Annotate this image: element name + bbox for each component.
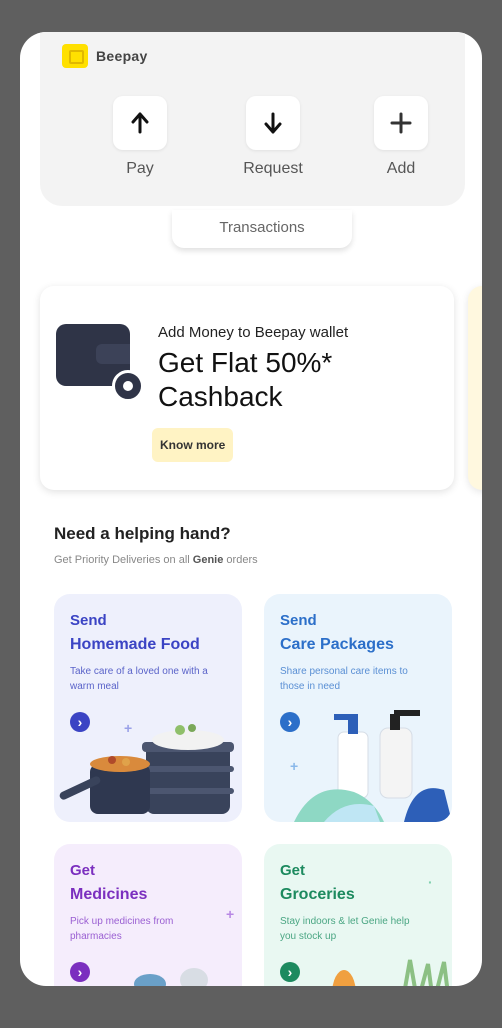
add-label: Add [386, 160, 416, 177]
tile-line1: Send [70, 612, 107, 629]
tile-line2: Homemade Food [70, 636, 200, 653]
tile-description: Pick up medicines from pharmacies [70, 916, 174, 942]
brand: Beepay [62, 44, 148, 68]
tile-line1: Send [280, 612, 317, 629]
tile-line1: Get [70, 862, 96, 879]
sparkle-icon: · [428, 874, 433, 890]
transactions-tab[interactable]: Transactions [172, 210, 352, 248]
next-promo-card[interactable] [468, 286, 482, 490]
tile-line2: Care Packages [280, 636, 394, 653]
cashback-promo-card[interactable]: Add Money to Beepay wallet Get Flat 50%*… [40, 286, 454, 490]
request-label: Request [243, 160, 303, 177]
phone-screen: Beepay Pay Request Add Transactions Add … [20, 32, 482, 986]
tile-description: Share personal care items to those in ne… [280, 666, 408, 692]
wallet-card: Beepay Pay Request Add [40, 32, 465, 206]
tile-description: Stay indoors & let Genie help you stock … [280, 916, 410, 942]
request-button[interactable]: Request [233, 96, 313, 178]
tile-homemade-food[interactable]: Send Homemade Food Take care of a loved … [54, 594, 242, 822]
food-containers-illustration [59, 724, 234, 814]
add-button[interactable]: Add [361, 96, 441, 178]
tile-groceries[interactable]: Get Groceries Stay indoors & let Genie h… [264, 844, 452, 986]
pay-button[interactable]: Pay [100, 96, 180, 178]
help-subtitle-suffix: orders [226, 554, 258, 566]
promo-subtitle: Add Money to Beepay wallet [158, 324, 349, 341]
help-subtitle: Get Priority Deliveries on all Genie ord… [54, 554, 258, 566]
tile-line2: Medicines [70, 886, 148, 903]
tile-description: Take care of a loved one with a warm mea… [70, 666, 208, 692]
tile-medicines[interactable]: Get Medicines Pick up medicines from pha… [54, 844, 242, 986]
care-package-illustration [294, 710, 452, 822]
beepay-logo-icon [62, 44, 88, 68]
help-subtitle-prefix: Get Priority Deliveries on all [54, 554, 190, 566]
wallet-icon [56, 324, 144, 402]
sparkle-icon: + [226, 906, 235, 922]
tile-care-packages[interactable]: Send Care Packages Share personal care i… [264, 594, 452, 822]
plus-icon [374, 96, 428, 150]
pay-label: Pay [126, 160, 154, 177]
arrow-up-icon [113, 96, 167, 150]
medicines-illustration [134, 968, 208, 986]
arrow-down-icon [246, 96, 300, 150]
groceries-illustration [332, 959, 450, 986]
help-subtitle-brand: Genie [192, 554, 224, 566]
tile-line1: Get [280, 862, 306, 879]
help-title: Need a helping hand? [54, 524, 231, 543]
tile-line2: Groceries [280, 886, 355, 903]
promo-title: Get Flat 50%* Cashback [158, 347, 333, 412]
brand-name: Beepay [96, 48, 148, 64]
know-more-button[interactable]: Know more [152, 428, 234, 462]
